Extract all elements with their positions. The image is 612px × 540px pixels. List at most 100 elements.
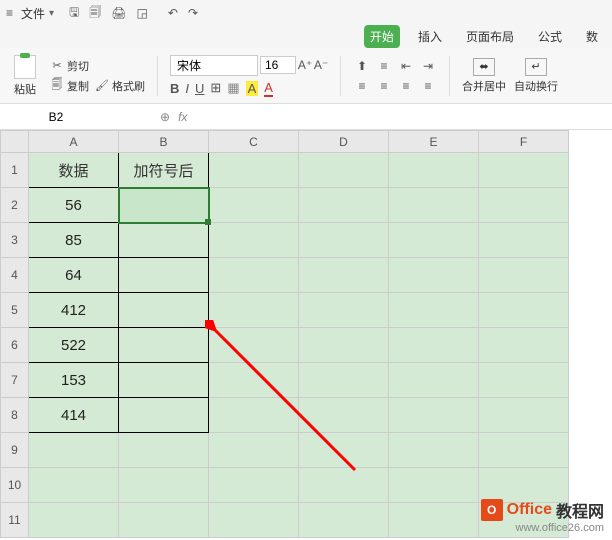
align-top-icon[interactable]: ⬆: [353, 58, 371, 74]
fill-color-button[interactable]: ▦: [227, 80, 239, 96]
cell-C2[interactable]: [209, 188, 299, 223]
print-icon[interactable]: 🖨: [111, 6, 126, 20]
col-header-F[interactable]: F: [479, 131, 569, 153]
title-bar: ≡ 文件 ▾ 🖫 🗐 🖨 ◲ ↶ ↷: [0, 0, 612, 26]
cell-F1[interactable]: [479, 153, 569, 188]
cell-F2[interactable]: [479, 188, 569, 223]
wrap-icon: ↵: [525, 58, 547, 76]
row-header-4[interactable]: 4: [1, 258, 29, 293]
dropdown-icon[interactable]: ▾: [49, 8, 54, 19]
spreadsheet-grid[interactable]: A B C D E F 1 数据 加符号后 2 56 385 464 5412 …: [0, 130, 569, 538]
file-menu[interactable]: 文件: [21, 5, 45, 22]
menu-icon[interactable]: ≡: [6, 6, 13, 20]
name-box[interactable]: [0, 110, 150, 124]
indent-decrease-icon[interactable]: ⇤: [397, 58, 415, 74]
align-middle-icon[interactable]: ≡: [375, 58, 393, 74]
font-size-select[interactable]: 16: [260, 56, 296, 74]
cell-B7[interactable]: [119, 363, 209, 398]
auto-wrap-button[interactable]: ↵ 自动换行: [514, 58, 558, 94]
row-header-7[interactable]: 7: [1, 363, 29, 398]
cell-B2[interactable]: [119, 188, 209, 223]
tab-insert[interactable]: 插入: [412, 25, 448, 48]
cell-A2[interactable]: 56: [29, 188, 119, 223]
copy-button[interactable]: 🗐复制: [50, 78, 89, 94]
row-header-10[interactable]: 10: [1, 468, 29, 503]
increase-font-icon[interactable]: A⁺: [298, 58, 312, 72]
cell-D2[interactable]: [299, 188, 389, 223]
cell-E1[interactable]: [389, 153, 479, 188]
cell-B5[interactable]: [119, 293, 209, 328]
format-painter-button[interactable]: 🖌格式刷: [95, 78, 145, 94]
cell-A4[interactable]: 64: [29, 258, 119, 293]
cell-B6[interactable]: [119, 328, 209, 363]
undo-icon[interactable]: ↶: [168, 6, 178, 20]
brush-icon: 🖌: [95, 79, 109, 93]
row-header-5[interactable]: 5: [1, 293, 29, 328]
tab-formula[interactable]: 公式: [532, 25, 568, 48]
cell-B3[interactable]: [119, 223, 209, 258]
cell-E2[interactable]: [389, 188, 479, 223]
cell-C1[interactable]: [209, 153, 299, 188]
cell-B1[interactable]: 加符号后: [119, 153, 209, 188]
cell-B8[interactable]: [119, 398, 209, 433]
row-header-8[interactable]: 8: [1, 398, 29, 433]
ribbon: 粘贴 ✂剪切 🗐复制 🖌格式刷 宋体 16 A⁺ A⁻ B I U ⊞ ▦ A …: [0, 48, 612, 104]
align-left-icon[interactable]: ≡: [353, 78, 371, 94]
row-header-11[interactable]: 11: [1, 503, 29, 538]
border-button[interactable]: ⊞: [210, 80, 221, 96]
alignment-group: ⬆ ≡ ⇤ ⇥ ≡ ≡ ≡ ≡: [353, 58, 437, 94]
align-right-icon[interactable]: ≡: [397, 78, 415, 94]
watermark-url: www.office26.com: [481, 522, 604, 534]
underline-button[interactable]: U: [195, 81, 204, 96]
merge-icon: ⬌: [473, 58, 495, 76]
row-header-3[interactable]: 3: [1, 223, 29, 258]
font-name-select[interactable]: 宋体: [170, 55, 258, 76]
bold-button[interactable]: B: [170, 81, 179, 96]
indent-increase-icon[interactable]: ⇥: [419, 58, 437, 74]
cell-A5[interactable]: 412: [29, 293, 119, 328]
decrease-font-icon[interactable]: A⁻: [314, 58, 328, 72]
font-color-button[interactable]: A: [264, 80, 273, 97]
tab-start[interactable]: 开始: [364, 25, 400, 48]
row-header-1[interactable]: 1: [1, 153, 29, 188]
watermark-brand1: Office: [507, 501, 552, 519]
paste-label: 粘贴: [14, 81, 36, 97]
cut-button[interactable]: ✂剪切: [50, 58, 145, 74]
cell-B4[interactable]: [119, 258, 209, 293]
italic-button[interactable]: I: [185, 81, 189, 96]
row-header-9[interactable]: 9: [1, 433, 29, 468]
paste-icon: [14, 55, 36, 79]
ribbon-tabs: 开始 插入 页面布局 公式 数: [0, 26, 612, 48]
paste-button[interactable]: 粘贴: [8, 53, 42, 99]
fx-icon[interactable]: fx: [178, 110, 187, 124]
tab-data[interactable]: 数: [580, 25, 604, 48]
print-preview-icon[interactable]: ◲: [137, 6, 148, 20]
col-header-A[interactable]: A: [29, 131, 119, 153]
cell-reference-input[interactable]: [6, 110, 106, 124]
row-header-6[interactable]: 6: [1, 328, 29, 363]
align-center-icon[interactable]: ≡: [375, 78, 393, 94]
col-header-E[interactable]: E: [389, 131, 479, 153]
cell-D1[interactable]: [299, 153, 389, 188]
justify-icon[interactable]: ≡: [419, 78, 437, 94]
tab-layout[interactable]: 页面布局: [460, 25, 520, 48]
insert-function-icon[interactable]: ⊕: [160, 110, 170, 124]
cell-A6[interactable]: 522: [29, 328, 119, 363]
save-as-icon[interactable]: 🗐: [89, 3, 101, 24]
row-header-2[interactable]: 2: [1, 188, 29, 223]
cell-A7[interactable]: 153: [29, 363, 119, 398]
col-header-B[interactable]: B: [119, 131, 209, 153]
select-all-corner[interactable]: [1, 131, 29, 153]
save-icon[interactable]: 🖫: [69, 3, 79, 24]
cell-A8[interactable]: 414: [29, 398, 119, 433]
merge-center-button[interactable]: ⬌ 合并居中: [462, 58, 506, 94]
col-header-D[interactable]: D: [299, 131, 389, 153]
scissors-icon: ✂: [50, 59, 64, 73]
redo-icon[interactable]: ↷: [188, 6, 198, 20]
cell-A3[interactable]: 85: [29, 223, 119, 258]
highlight-button[interactable]: A: [246, 81, 259, 96]
watermark: O Office教程网 www.office26.com: [481, 498, 604, 534]
office-logo-icon: O: [481, 499, 503, 521]
cell-A1[interactable]: 数据: [29, 153, 119, 188]
col-header-C[interactable]: C: [209, 131, 299, 153]
